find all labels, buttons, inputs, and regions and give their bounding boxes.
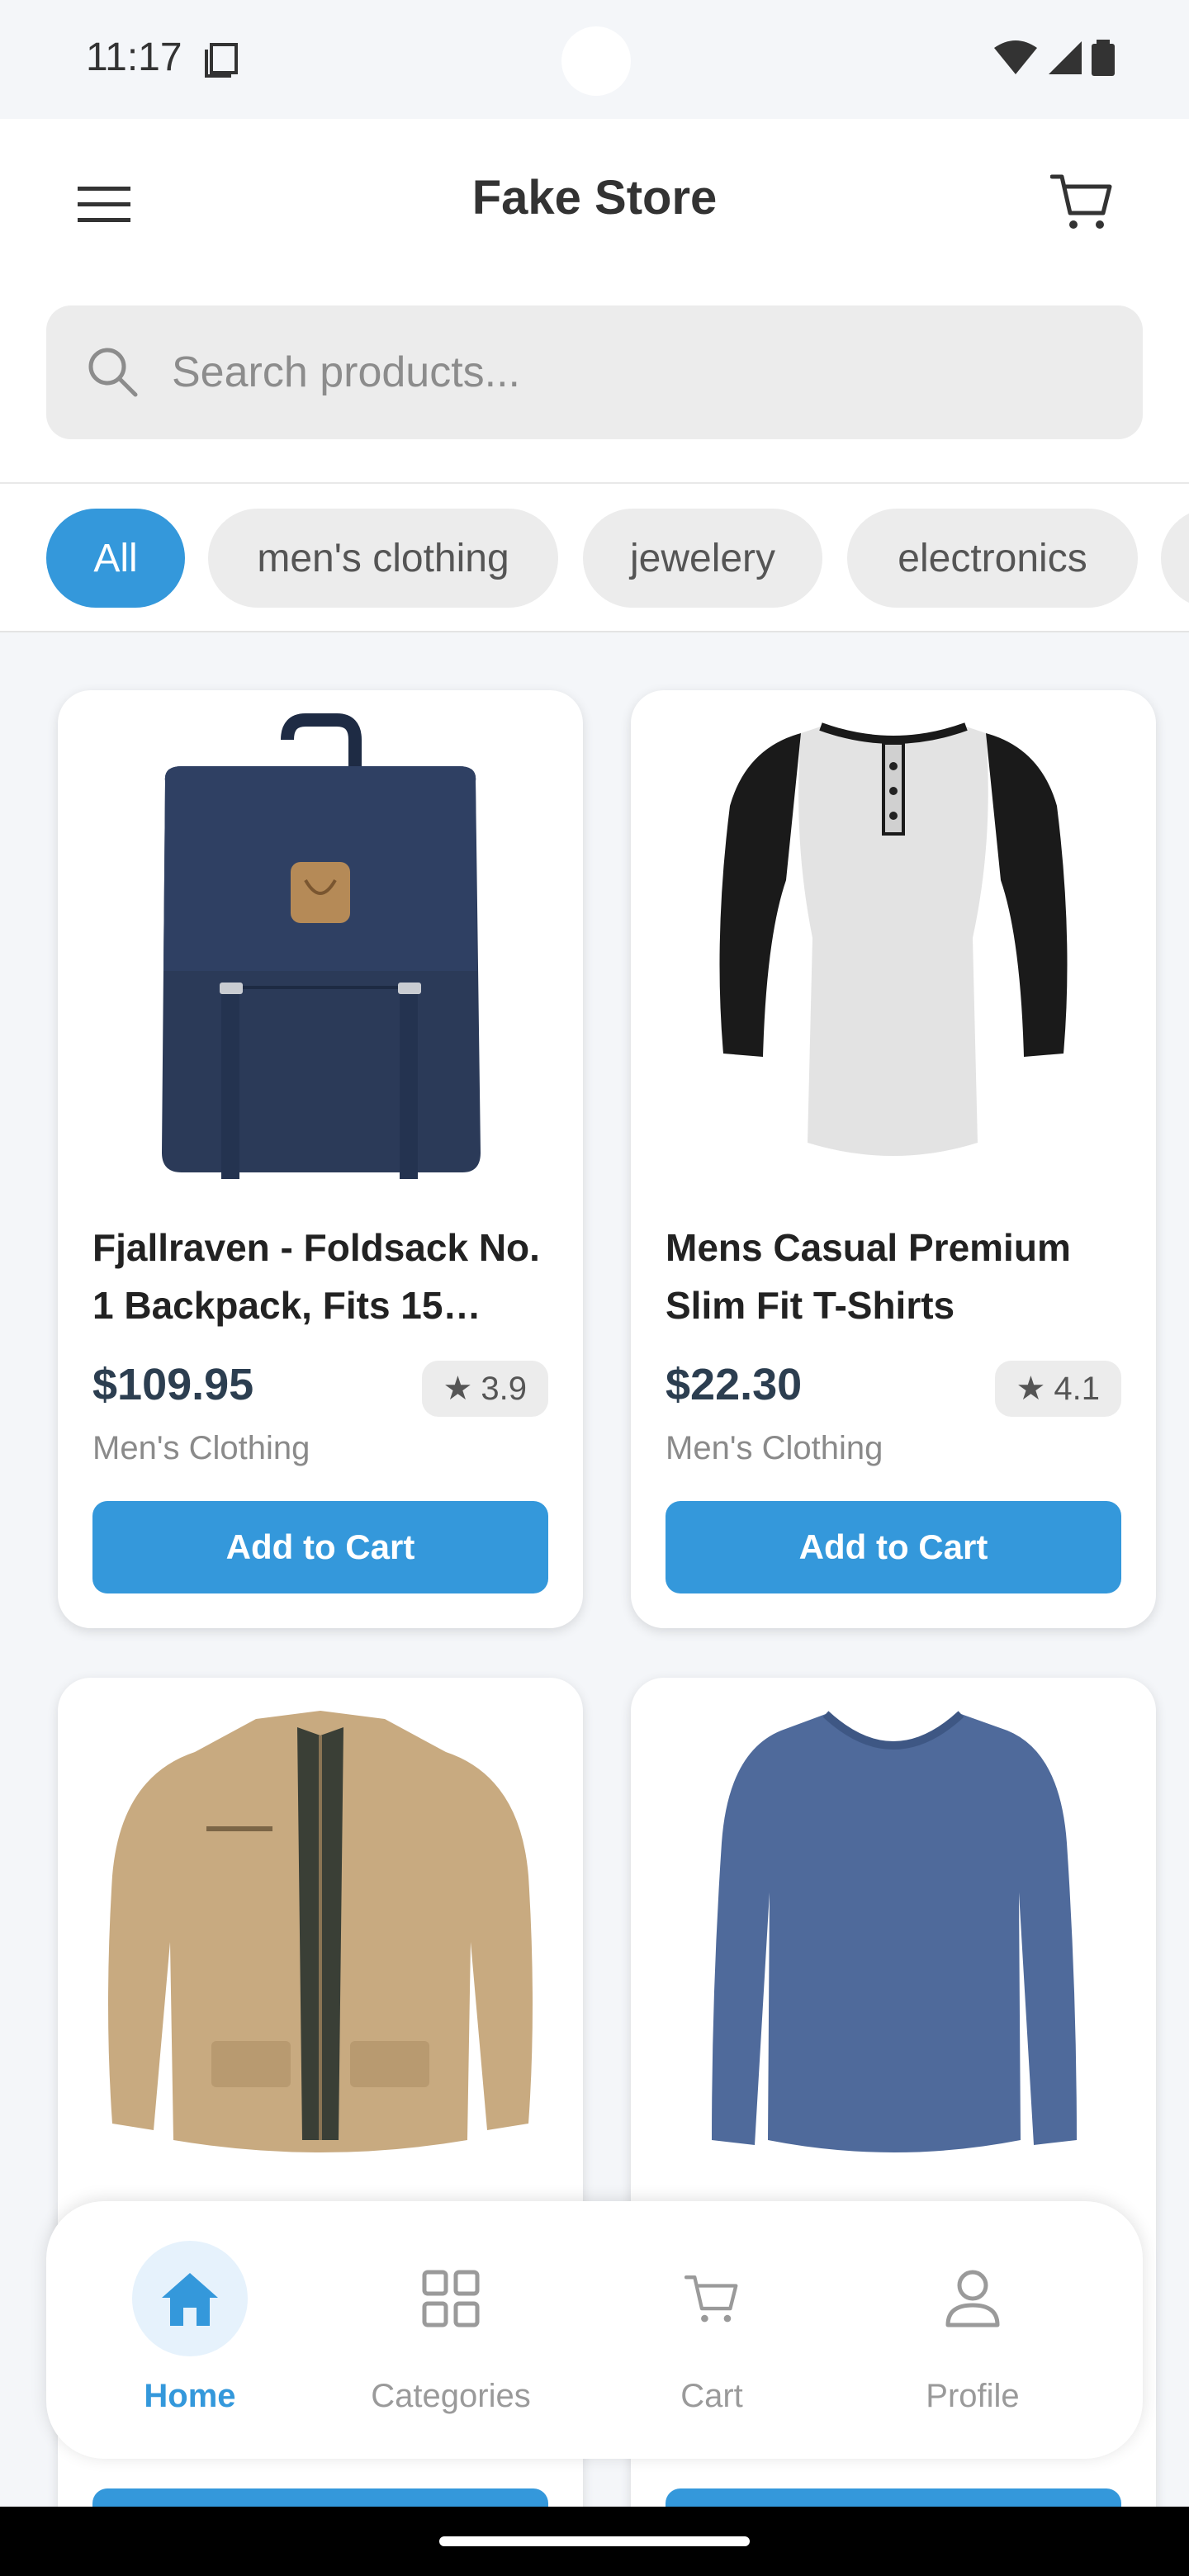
cart-icon[interactable] (1050, 172, 1113, 231)
category-filter-bar: All men's clothing jewelery electronics (0, 484, 1189, 632)
chip-electronics[interactable]: electronics (847, 509, 1138, 608)
screenshot-icon (205, 43, 238, 78)
product-image-backpack (162, 713, 481, 1179)
add-to-cart-button[interactable]: Add to Cart (666, 1501, 1121, 1593)
app-header: Fake Store (0, 119, 1189, 484)
search-bar[interactable] (46, 305, 1143, 439)
product-price: $22.30 (666, 1360, 803, 1409)
star-icon: ★ (1016, 1371, 1046, 1407)
nav-home-label: Home (144, 2378, 236, 2414)
system-gesture-bar (0, 2507, 1189, 2576)
status-bar: 11:17 (0, 0, 1189, 119)
chip-mens-clothing[interactable]: men's clothing (208, 509, 558, 608)
product-category: Men's Clothing (666, 1430, 883, 1466)
nav-profile[interactable]: Profile (841, 2201, 1105, 2459)
star-icon: ★ (443, 1371, 473, 1407)
camera-cutout (561, 26, 631, 96)
page-title: Fake Store (471, 171, 718, 225)
nav-categories-label: Categories (371, 2378, 531, 2414)
rating-badge: ★ 4.1 (994, 1361, 1121, 1417)
grid-icon (393, 2241, 509, 2356)
chip-more[interactable] (1161, 509, 1189, 608)
bottom-navigation: Home Categories Cart Profile (46, 2201, 1143, 2459)
nav-profile-label: Profile (926, 2378, 1020, 2414)
wifi-icon (994, 40, 1037, 74)
nav-home[interactable]: Home (58, 2201, 322, 2459)
cart-icon (654, 2241, 770, 2356)
user-icon (915, 2241, 1030, 2356)
home-icon (132, 2241, 248, 2356)
product-title: Mens Casual Premium Slim Fit T-Shirts (666, 1226, 1071, 1327)
chip-jewelery[interactable]: jewelery (583, 509, 822, 608)
search-input[interactable] (172, 305, 1080, 439)
rating-value: 4.1 (1054, 1370, 1100, 1407)
add-to-cart-button[interactable]: Add to Cart (92, 1501, 548, 1593)
product-card[interactable]: Fjallraven - Foldsack No. 1 Backpack, Fi… (58, 690, 583, 1628)
signal-icon (1049, 41, 1082, 74)
status-time: 11:17 (86, 36, 182, 79)
product-category: Men's Clothing (92, 1430, 310, 1466)
battery-icon (1092, 40, 1115, 76)
rating-badge: ★ 3.9 (421, 1361, 548, 1417)
product-image-longsleeve (712, 1711, 1077, 2152)
product-image-tshirt (719, 722, 1068, 1156)
product-image-jacket (108, 1711, 533, 2152)
product-title: Fjallraven - Foldsack No. 1 Backpack, Fi… (92, 1226, 540, 1327)
product-card[interactable]: Mens Casual Premium Slim Fit T-Shirts $2… (631, 690, 1156, 1628)
rating-value: 3.9 (481, 1370, 527, 1407)
search-icon (88, 348, 138, 397)
status-indicators (992, 40, 1115, 76)
nav-cart-label: Cart (680, 2378, 743, 2414)
nav-categories[interactable]: Categories (319, 2201, 583, 2459)
product-price: $109.95 (92, 1360, 254, 1409)
nav-cart[interactable]: Cart (580, 2201, 844, 2459)
chip-all[interactable]: All (46, 509, 185, 608)
home-gesture-handle[interactable] (439, 2536, 750, 2546)
